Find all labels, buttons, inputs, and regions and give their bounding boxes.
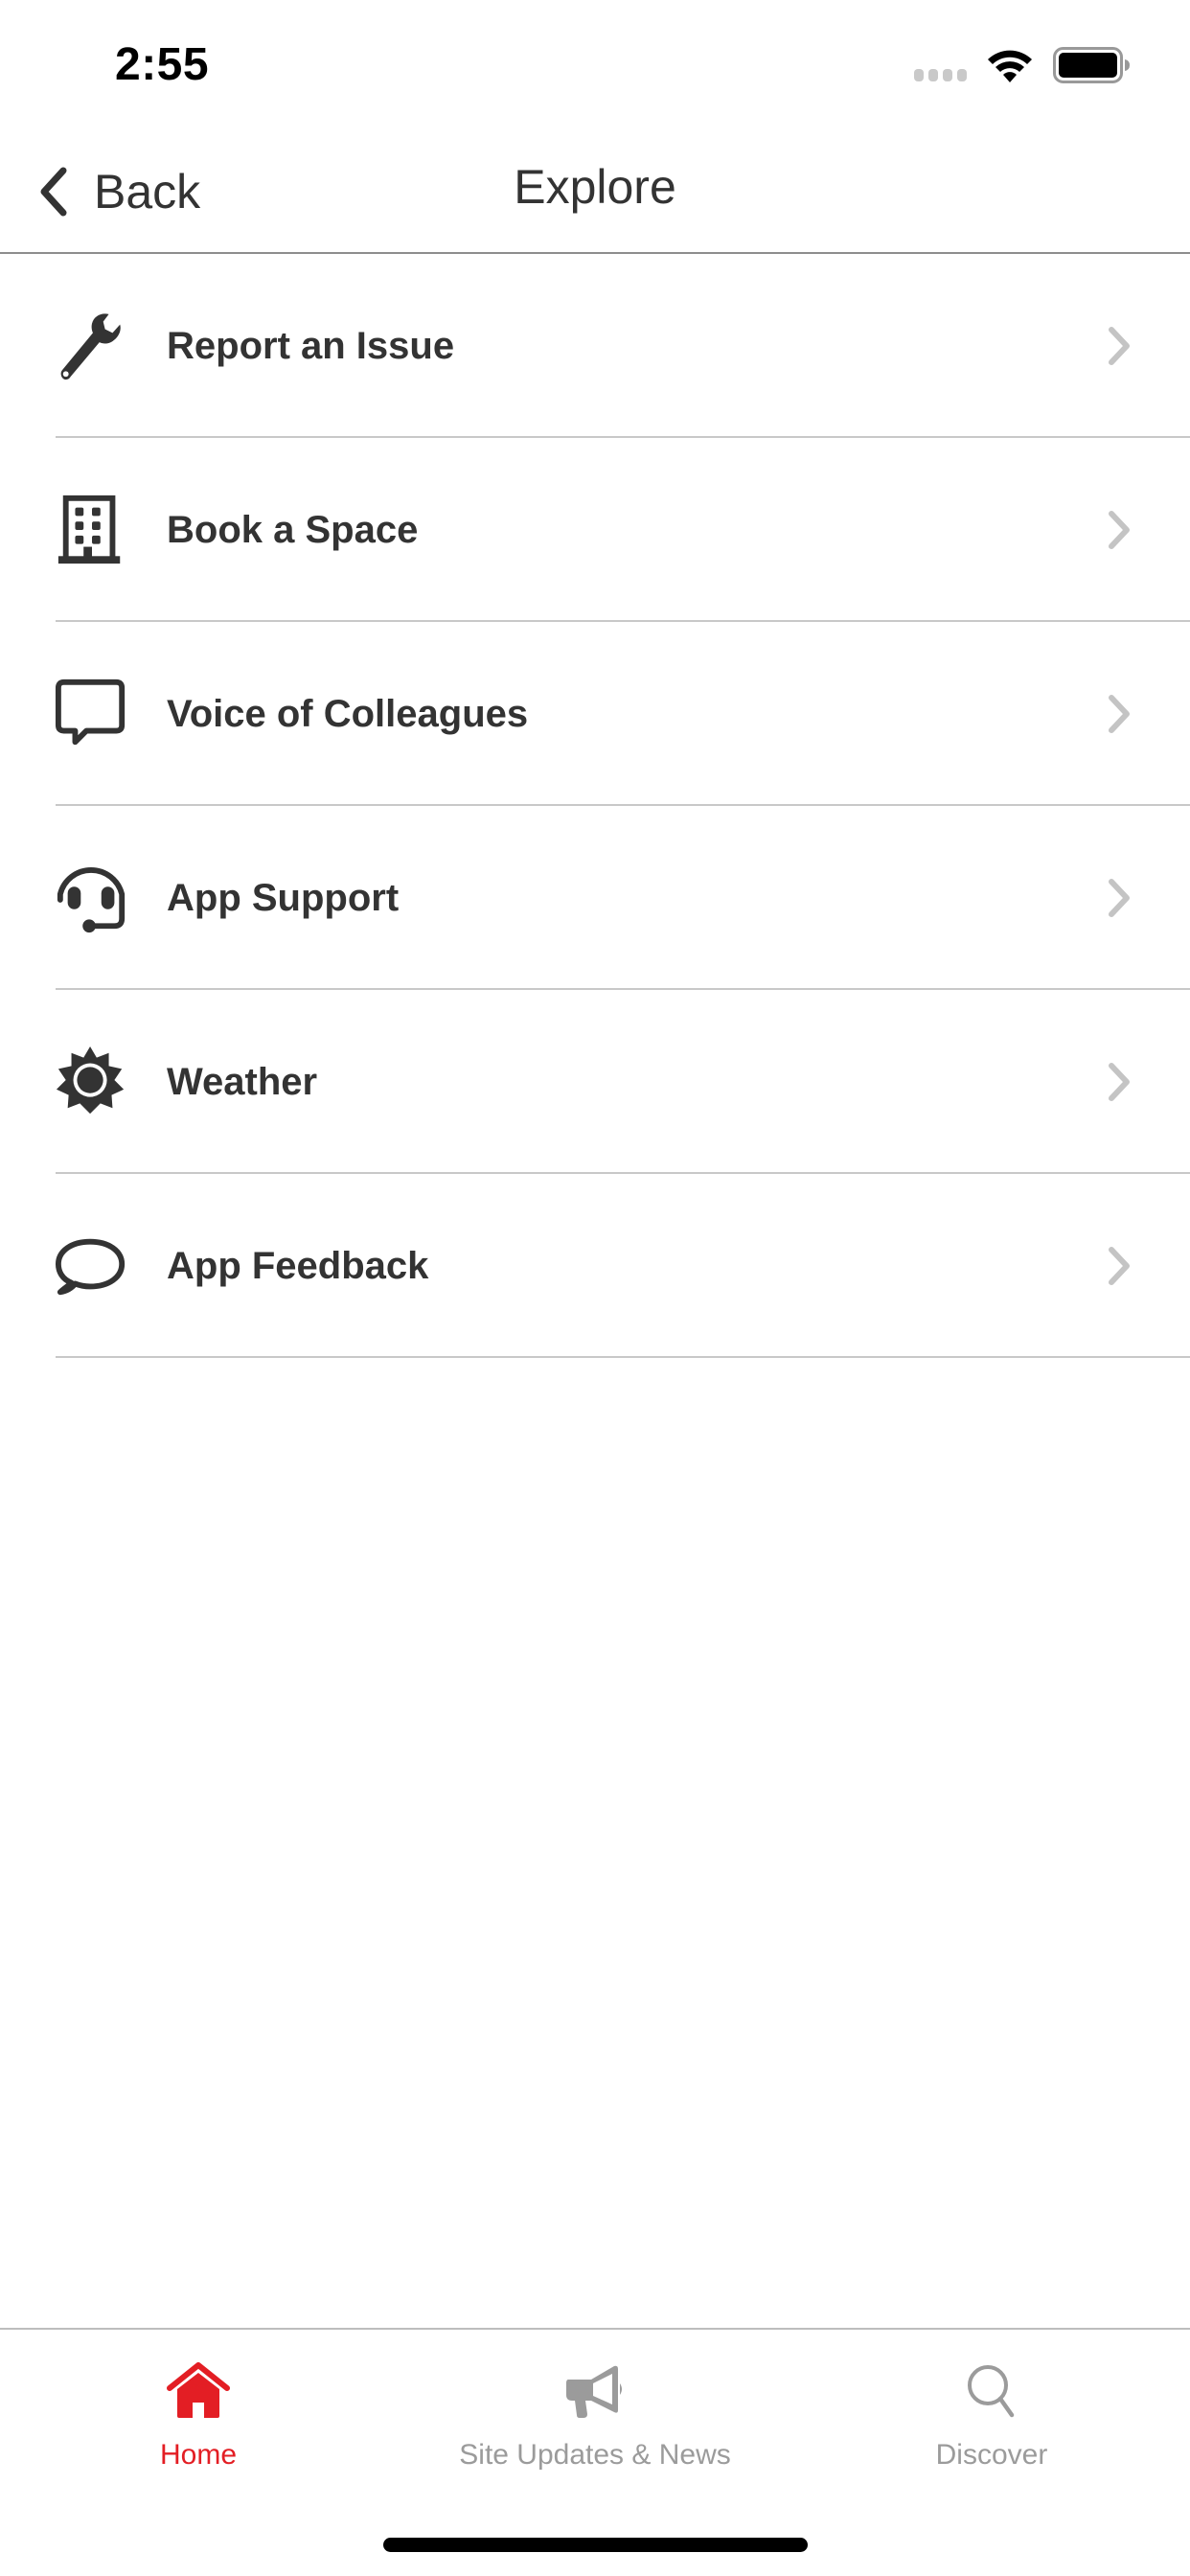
home-indicator xyxy=(383,2538,808,2552)
chevron-right-icon xyxy=(1109,879,1130,917)
explore-list: Report an Issue Book a Space Voice of Co… xyxy=(0,254,1190,1358)
tab-discover[interactable]: Discover xyxy=(793,2330,1190,2502)
list-item-weather[interactable]: Weather xyxy=(0,990,1190,1174)
list-item-label: Weather xyxy=(167,1060,318,1103)
page-title: Explore xyxy=(514,160,676,214)
wrench-icon xyxy=(54,308,130,384)
chat-square-icon xyxy=(54,676,130,752)
search-icon xyxy=(957,2362,1026,2420)
building-icon xyxy=(54,492,130,568)
chevron-right-icon xyxy=(1109,1247,1130,1285)
list-item-label: App Feedback xyxy=(167,1244,429,1287)
chevron-right-icon xyxy=(1109,1063,1130,1101)
speech-bubble-icon xyxy=(54,1228,130,1304)
tab-label: Home xyxy=(159,2439,238,2471)
sun-icon xyxy=(54,1044,130,1120)
list-item-label: App Support xyxy=(167,876,400,919)
list-item-label: Voice of Colleagues xyxy=(167,692,529,735)
tab-home[interactable]: Home xyxy=(0,2330,397,2502)
list-item-app-support[interactable]: App Support xyxy=(0,806,1190,990)
tab-site-updates-news[interactable]: Site Updates & News xyxy=(397,2330,793,2502)
list-item-label: Book a Space xyxy=(167,508,419,551)
chevron-right-icon xyxy=(1109,695,1130,733)
list-item-label: Report an Issue xyxy=(167,324,455,367)
tab-bar: Home Site Updates & News Discover xyxy=(0,2330,1190,2502)
list-item-book-a-space[interactable]: Book a Space xyxy=(0,438,1190,622)
list-item-report-an-issue[interactable]: Report an Issue xyxy=(0,254,1190,438)
tab-label: Site Updates & News xyxy=(459,2439,731,2471)
headset-icon xyxy=(54,860,130,936)
megaphone-icon xyxy=(561,2362,629,2420)
wifi-icon xyxy=(988,50,1032,82)
home-icon xyxy=(164,2362,233,2420)
chevron-right-icon xyxy=(1109,327,1130,365)
chevron-right-icon xyxy=(1109,511,1130,549)
tab-label: Discover xyxy=(935,2439,1048,2471)
battery-icon xyxy=(1053,47,1130,83)
list-item-app-feedback[interactable]: App Feedback xyxy=(0,1174,1190,1358)
cellular-signal-icon xyxy=(914,69,967,81)
status-time: 2:55 xyxy=(115,39,210,90)
list-item-voice-of-colleagues[interactable]: Voice of Colleagues xyxy=(0,622,1190,806)
